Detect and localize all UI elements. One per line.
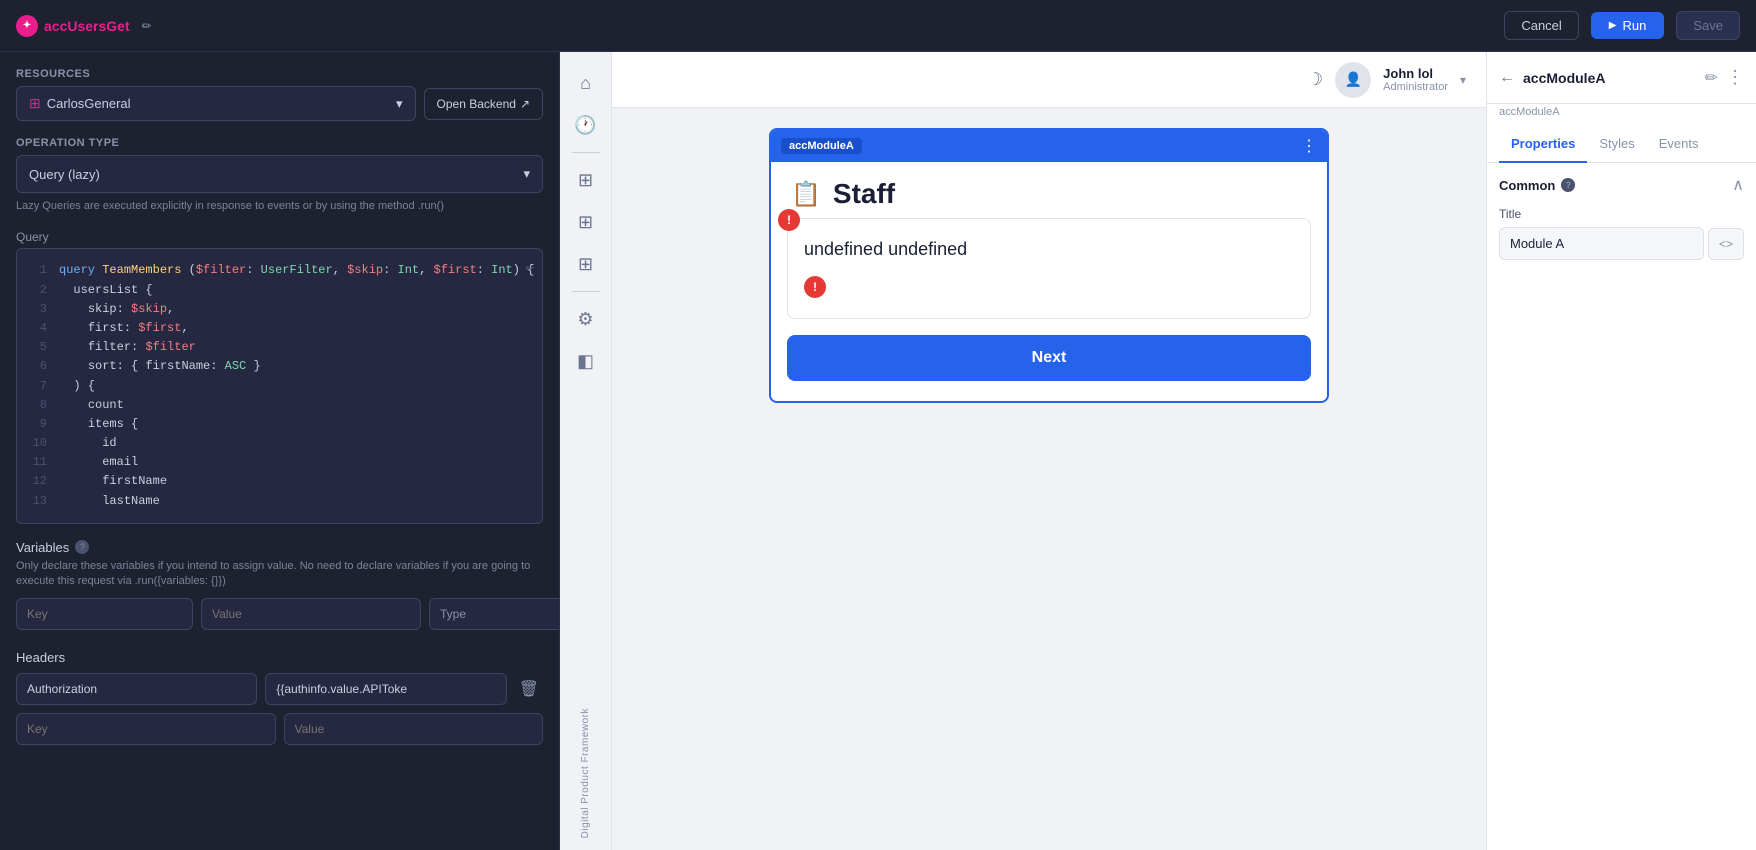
tab-properties[interactable]: Properties	[1499, 126, 1587, 163]
header-value-input-2[interactable]	[284, 713, 544, 745]
error-card: ! undefined undefined !	[787, 218, 1311, 319]
module-badge: accModuleA	[781, 138, 862, 154]
error-icon-top: !	[778, 209, 800, 231]
query-label: Query	[16, 230, 543, 244]
header-key-input-2[interactable]	[16, 713, 276, 745]
common-help-icon[interactable]: ?	[1561, 178, 1575, 192]
logo-icon: ✦	[16, 15, 38, 37]
var-type-select[interactable]: Type ▾	[429, 598, 560, 630]
variables-section: Variables ? Only declare these variables…	[16, 540, 543, 630]
run-button[interactable]: Run	[1591, 12, 1665, 39]
page-icon: 📋	[791, 180, 821, 209]
right-edit-icon[interactable]: ✏	[1705, 68, 1718, 88]
tab-styles[interactable]: Styles	[1587, 126, 1646, 163]
variables-title: Variables ?	[16, 540, 543, 555]
variables-hint: Only declare these variables if you inte…	[16, 559, 543, 590]
right-panel-title: accModuleA	[1523, 70, 1697, 86]
var-value-input[interactable]	[201, 598, 421, 630]
user-role: Administrator	[1383, 81, 1448, 93]
title-property: Title <>	[1499, 207, 1744, 260]
right-tabs: Properties Styles Events	[1487, 126, 1756, 163]
operation-type-select[interactable]: Query (lazy) ▾	[16, 155, 543, 193]
code-editor[interactable]: ✏ 1query TeamMembers ($filter: UserFilte…	[16, 248, 543, 523]
operation-type-section: Operation Type Query (lazy) ▾ Lazy Queri…	[16, 137, 543, 214]
collapse-icon[interactable]: ∧	[1732, 175, 1744, 195]
app-logo: ✦ accUsersGet	[16, 15, 130, 37]
common-label: Common ?	[1499, 178, 1575, 193]
open-backend-button[interactable]: Open Backend ↗	[424, 88, 543, 120]
module-icon[interactable]: ◧	[567, 342, 605, 380]
preview-sidebar: ⌂ 🕐 ⊞ ⊞ ⊞ ⚙ ◧ Digital Product Framework	[560, 52, 612, 850]
right-panel: ← accModuleA ✏ ⋮ accModuleA Properties S…	[1486, 52, 1756, 850]
app-name: accUsersGet	[44, 18, 130, 34]
delete-header-icon[interactable]: 🗑	[515, 675, 543, 703]
vertical-text: Digital Product Framework	[580, 700, 591, 838]
page-title: Staff	[833, 178, 895, 210]
resources-section: Resources ⊞ CarlosGeneral ▾ Open Backend…	[16, 68, 543, 121]
resource-icon: ⊞	[29, 95, 41, 112]
query-section: Query ✏ 1query TeamMembers ($filter: Use…	[16, 230, 543, 523]
edit-code-icon[interactable]: ✏	[526, 257, 534, 279]
avatar: 👤	[1335, 62, 1371, 98]
external-link-icon: ↗	[520, 97, 530, 111]
title-label: Title	[1499, 207, 1744, 221]
main-layout: Resources ⊞ CarlosGeneral ▾ Open Backend…	[0, 52, 1756, 850]
header-row-1: 🗑	[16, 673, 543, 705]
tab-events[interactable]: Events	[1647, 126, 1711, 163]
preview-main: ☽ 👤 John lol Administrator ▾ accModuleA	[612, 52, 1486, 850]
right-panel-topbar: ← accModuleA ✏ ⋮	[1487, 52, 1756, 104]
left-panel: Resources ⊞ CarlosGeneral ▾ Open Backend…	[0, 52, 560, 850]
code-toggle-button[interactable]: <>	[1708, 228, 1744, 260]
chevron-down-icon: ▾	[523, 166, 530, 182]
lazy-hint: Lazy Queries are executed explicitly in …	[16, 199, 543, 214]
user-name: John lol	[1383, 66, 1448, 81]
chevron-down-icon: ▾	[396, 96, 403, 112]
resource-row: ⊞ CarlosGeneral ▾ Open Backend ↗	[16, 86, 543, 121]
title-input[interactable]	[1499, 227, 1704, 260]
module-menu-icon[interactable]: ⋮	[1301, 136, 1317, 156]
error-icon-inner: !	[804, 276, 826, 298]
preview-content: accModuleA ⋮ 📋 Staff ! undefined u	[612, 108, 1486, 850]
page-title-row: 📋 Staff	[771, 162, 1327, 218]
grid-icon-1[interactable]: ⊞	[567, 161, 605, 199]
common-section: Common ? ∧	[1499, 175, 1744, 195]
grid-icon-2[interactable]: ⊞	[567, 203, 605, 241]
variables-help-icon[interactable]: ?	[75, 540, 89, 554]
resource-name: CarlosGeneral	[47, 96, 131, 111]
resource-select[interactable]: ⊞ CarlosGeneral ▾	[16, 86, 416, 121]
headers-section: Headers 🗑	[16, 650, 543, 753]
middle-panel: ⌂ 🕐 ⊞ ⊞ ⊞ ⚙ ◧ Digital Product Framework …	[560, 52, 1486, 850]
header-row-2	[16, 713, 543, 745]
history-icon[interactable]: 🕐	[567, 106, 605, 144]
home-icon[interactable]: ⌂	[567, 64, 605, 102]
settings-icon[interactable]: ⚙	[567, 300, 605, 338]
save-button[interactable]: Save	[1676, 11, 1740, 40]
edit-title-icon[interactable]: ✏	[142, 19, 152, 33]
theme-toggle-icon[interactable]: ☽	[1307, 69, 1323, 90]
operation-type-label: Operation Type	[16, 137, 543, 149]
operation-type-value: Query (lazy)	[29, 167, 100, 182]
back-arrow-icon[interactable]: ←	[1499, 69, 1515, 87]
resources-label: Resources	[16, 68, 543, 80]
next-button[interactable]: Next	[787, 335, 1311, 381]
page-card-header: accModuleA ⋮	[771, 130, 1327, 162]
user-info: John lol Administrator	[1383, 66, 1448, 93]
page-card: accModuleA ⋮ 📋 Staff ! undefined u	[769, 128, 1329, 403]
right-menu-icon[interactable]: ⋮	[1726, 67, 1744, 88]
preview-topbar: ☽ 👤 John lol Administrator ▾	[612, 52, 1486, 108]
error-text: undefined undefined	[804, 239, 1294, 260]
right-panel-body: Common ? ∧ Title <>	[1487, 163, 1756, 850]
header-key-input[interactable]	[16, 673, 257, 705]
topbar: ✦ accUsersGet ✏ Cancel Run Save	[0, 0, 1756, 52]
cancel-button[interactable]: Cancel	[1504, 11, 1578, 40]
right-panel-subtitle: accModuleA	[1487, 104, 1756, 126]
title-input-row: <>	[1499, 227, 1744, 260]
var-key-input[interactable]	[16, 598, 193, 630]
headers-title: Headers	[16, 650, 543, 665]
user-menu-chevron[interactable]: ▾	[1460, 73, 1466, 87]
grid-icon-3[interactable]: ⊞	[567, 245, 605, 283]
header-value-input[interactable]	[265, 673, 506, 705]
variables-row: Type ▾	[16, 598, 543, 630]
